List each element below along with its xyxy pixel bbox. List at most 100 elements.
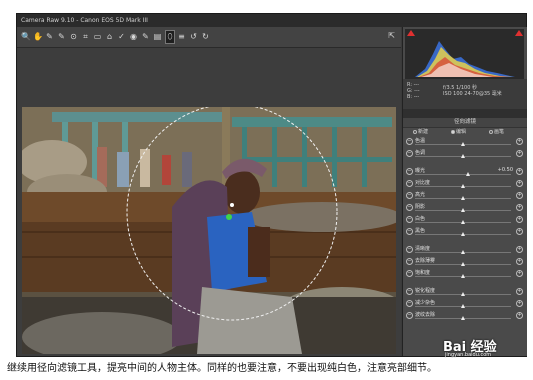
plus-icon[interactable]: + [516,168,523,175]
slider-row: − 饱和度 + [403,269,527,281]
plus-icon[interactable]: + [516,288,523,295]
minus-icon[interactable]: − [406,258,413,265]
straighten-icon[interactable]: ▭ [93,31,102,42]
toolbar: ⇱ 🔍 ✋ ✎ ✎ ⊙ ⌗ ▭ ⌂ ✓ ◉ ✎ ▤ ⬯ ≡ ↺ ↻ [17,27,401,48]
slider-thumb[interactable] [461,196,465,200]
crop-icon[interactable]: ⌗ [81,31,90,42]
photo-preview[interactable] [22,107,396,354]
slider-row: − 阴影 + [403,203,527,215]
preferences-icon[interactable]: ≡ [177,31,186,42]
iso-info: ISO 100 24-70@35 毫米 [443,91,502,97]
slider-thumb[interactable] [461,304,465,308]
plus-icon[interactable]: + [516,180,523,187]
slider-thumb[interactable] [461,142,465,146]
minus-icon[interactable]: − [406,192,413,199]
mode-new-label: 新建 [418,129,429,135]
minus-icon[interactable]: − [406,216,413,223]
transform-icon[interactable]: ⌂ [105,31,114,42]
slider-thumb[interactable] [461,154,465,158]
slider-thumb[interactable] [465,172,470,176]
mode-brush[interactable]: 画笔 [489,128,504,135]
mode-selector: 新建 编辑 画笔 [403,127,527,135]
radio-icon [489,129,493,134]
plus-icon[interactable]: + [516,192,523,199]
plus-icon[interactable]: + [516,204,523,211]
histogram [405,29,524,79]
adjustment-brush-icon[interactable]: ✎ [141,31,150,42]
color-sampler-icon[interactable]: ✎ [57,31,66,42]
graduated-filter-icon[interactable]: ▤ [153,31,162,42]
plus-icon[interactable]: + [516,150,523,157]
highlight-clipping-icon[interactable] [515,30,523,36]
slider-track[interactable] [415,174,511,175]
slider-thumb[interactable] [461,232,465,236]
slider-row: − 对比度 + [403,179,527,191]
minus-icon[interactable]: − [406,138,413,145]
plus-icon[interactable]: + [516,300,523,307]
slider-thumb[interactable] [461,220,465,224]
spot-removal-icon[interactable]: ✓ [117,31,126,42]
plus-icon[interactable]: + [516,138,523,145]
minus-icon[interactable]: − [406,246,413,253]
slider-label: 去除薄雾 [415,258,436,264]
slider-thumb[interactable] [461,316,465,320]
slider-thumb[interactable] [461,184,465,188]
radial-filter-icon[interactable]: ⬯ [165,30,175,44]
slider-row: − 白色 + [403,215,527,227]
plus-icon[interactable]: + [516,228,523,235]
mode-edit[interactable]: 编辑 [451,128,466,135]
slider-value[interactable]: +0.50 [498,167,513,173]
rotate-ccw-icon[interactable]: ↺ [189,31,198,42]
minus-icon[interactable]: − [406,150,413,157]
minus-icon[interactable]: − [406,288,413,295]
slider-label: 对比度 [415,180,431,186]
slider-label: 高光 [415,192,426,198]
camera-raw-window: Camera Raw 9.10 - Canon EOS 5D Mark III … [16,13,527,357]
slider-row: − 色调 + [403,149,527,161]
minus-icon[interactable]: − [406,228,413,235]
slider-row: − 去除薄雾 + [403,257,527,269]
plus-icon[interactable]: + [516,216,523,223]
panel-tabs[interactable] [403,109,527,118]
slider-label: 曝光 [415,168,426,174]
slider-thumb[interactable] [461,250,465,254]
slider-label: 减少杂色 [415,300,436,306]
slider-label: 色调 [415,150,426,156]
image-canvas[interactable] [17,48,401,356]
plus-icon[interactable]: + [516,258,523,265]
red-eye-icon[interactable]: ◉ [129,31,138,42]
slider-row: − 波纹去除 + [403,311,527,323]
mode-edit-label: 编辑 [456,129,467,135]
mode-new[interactable]: 新建 [413,128,428,135]
hand-icon[interactable]: ✋ [33,31,43,42]
info-b: B: --- [407,94,420,100]
plus-icon[interactable]: + [516,270,523,277]
slider-row: − 清晰度 + [403,245,527,257]
mode-brush-label: 画笔 [494,129,505,135]
slider-thumb[interactable] [461,208,465,212]
minus-icon[interactable]: − [406,300,413,307]
minus-icon[interactable]: − [406,204,413,211]
plus-icon[interactable]: + [516,312,523,319]
slider-label: 色温 [415,138,426,144]
slider-thumb[interactable] [461,274,465,278]
minus-icon[interactable]: − [406,180,413,187]
minus-icon[interactable]: − [406,270,413,277]
fullscreen-icon[interactable]: ⇱ [388,31,395,40]
slider-thumb[interactable] [461,292,465,296]
zoom-icon[interactable]: 🔍 [21,31,31,42]
targeted-adjustment-icon[interactable]: ⊙ [69,31,78,42]
watermark-url: jingyan.baidu.com [445,352,492,358]
slider-thumb[interactable] [461,262,465,266]
slider-row: − 曝光 +0.50 + [403,167,527,179]
minus-icon[interactable]: − [406,168,413,175]
shadow-clipping-icon[interactable] [407,30,415,36]
slider-label: 锐化程度 [415,288,436,294]
minus-icon[interactable]: − [406,312,413,319]
slider-label: 阴影 [415,204,426,210]
info-area: R: --- G: --- B: --- f/3.5 1/100 秒 ISO 1… [403,79,527,109]
white-balance-icon[interactable]: ✎ [45,31,54,42]
right-panel: R: --- G: --- B: --- f/3.5 1/100 秒 ISO 1… [402,27,527,356]
plus-icon[interactable]: + [516,246,523,253]
rotate-cw-icon[interactable]: ↻ [201,31,210,42]
